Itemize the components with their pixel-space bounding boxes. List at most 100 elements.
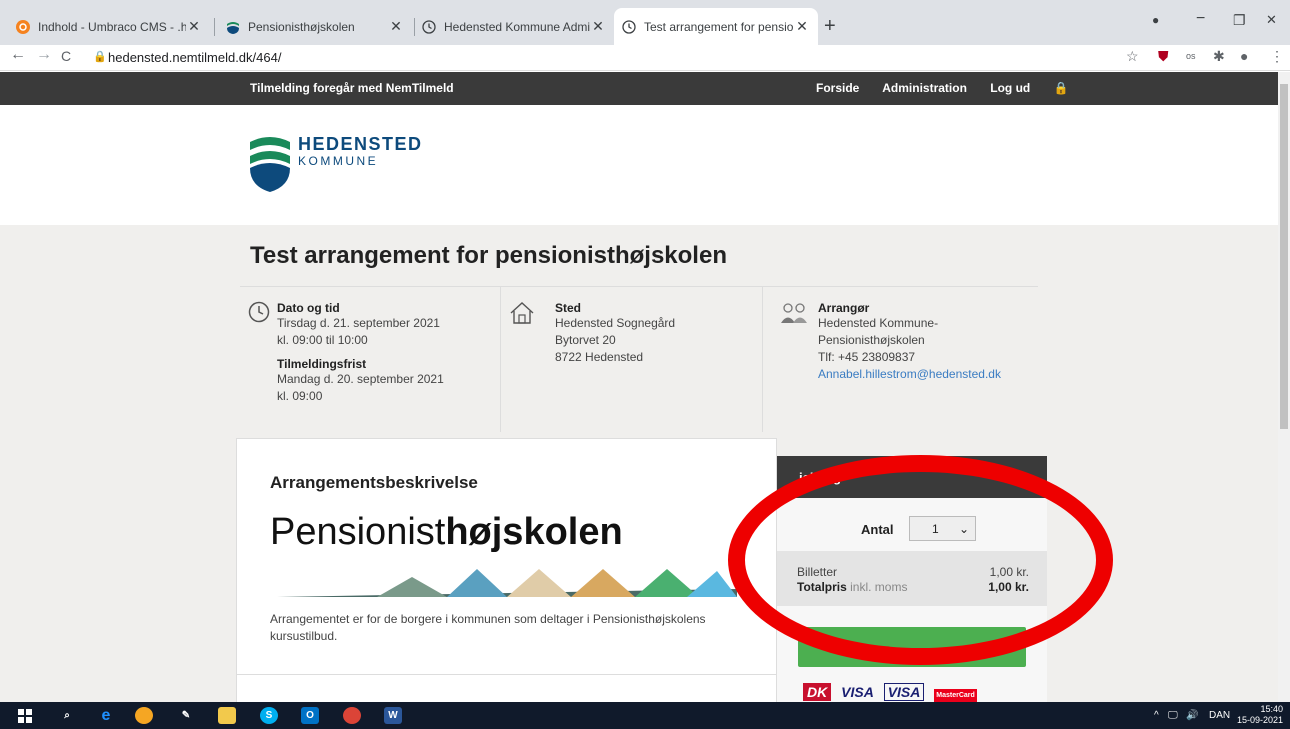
colored-triangles-graphic xyxy=(277,569,737,597)
menu-icon[interactable]: ⋮ xyxy=(1270,48,1284,65)
organizer-line1: Hedensted Kommune- xyxy=(818,316,939,330)
datetime-column: Dato og tid Tirsdag d. 21. september 202… xyxy=(240,287,500,432)
system-clock[interactable]: 15:40 15-09-2021 xyxy=(1237,704,1283,726)
network-icon[interactable]: 🖵 xyxy=(1168,710,1178,721)
logo-bold-text: højskolen xyxy=(445,511,623,553)
datetime-heading: Dato og tid xyxy=(277,301,340,315)
hedensted-crest-icon xyxy=(250,137,290,192)
chevron-up-icon[interactable]: ^ xyxy=(1154,710,1159,721)
nav-links: Forside Administration Log ud 🔒 xyxy=(816,81,1109,95)
red-circle-annotation xyxy=(728,455,1113,665)
search-icon[interactable]: ⌕ xyxy=(58,707,76,724)
nemtilmeld-notice: Tilmelding foregår med NemTilmeld xyxy=(250,81,454,95)
word-icon[interactable]: W xyxy=(384,707,402,724)
puzzle-icon[interactable]: ✱ xyxy=(1213,48,1225,65)
house-icon xyxy=(510,302,534,324)
logo-title: HEDENSTED xyxy=(298,134,423,154)
close-icon[interactable]: ✕ xyxy=(388,18,404,35)
nav-log-ud[interactable]: Log ud 🔒 xyxy=(990,81,1088,95)
tab-title: Indhold - Umbraco CMS - .heden xyxy=(38,19,186,34)
nav-administration[interactable]: Administration xyxy=(882,81,967,95)
deadline-line2: kl. 09:00 xyxy=(277,389,323,403)
tab-pensionisthojskolen[interactable]: Pensionisthøjskolen ✕ xyxy=(218,8,412,45)
logo-subtitle: KOMMUNE xyxy=(298,154,379,168)
datetime-line1: Tirsdag d. 21. september 2021 xyxy=(277,316,440,330)
deadline-line1: Mandag d. 20. september 2021 xyxy=(277,372,444,386)
logo-regular-text: Pensionist xyxy=(270,511,446,553)
payment-cards: DK VISA VISA MasterCard xyxy=(803,683,977,702)
language-indicator[interactable]: DAN xyxy=(1209,710,1230,721)
nav-forside[interactable]: Forside xyxy=(816,81,859,95)
place-column: Sted Hedensted Sognegård Bytorvet 20 872… xyxy=(500,287,762,432)
tab-title: Hedensted Kommune Administra xyxy=(444,19,590,34)
place-line3: 8722 Hedensted xyxy=(555,350,644,364)
visa-electron-icon: VISA xyxy=(883,683,925,701)
outlook-icon[interactable]: O xyxy=(301,707,319,724)
organizer-email-link[interactable]: Annabel.hillestrom@hedensted.dk xyxy=(818,367,1001,381)
windows-start-icon[interactable] xyxy=(16,707,34,724)
mastercard-icon: MasterCard xyxy=(934,689,977,702)
extension-icon[interactable]: os xyxy=(1186,51,1196,61)
back-icon[interactable]: ← xyxy=(10,46,26,64)
tab-test-arrangement[interactable]: Test arrangement for pensionisth ✕ xyxy=(614,8,818,45)
deadline-heading: Tilmeldingsfrist xyxy=(277,357,367,371)
description-text: Arrangementet er for de borgere i kommun… xyxy=(270,612,706,643)
hedensted-icon xyxy=(226,20,240,34)
url-field[interactable]: hedensted.nemtilmeld.dk/464/ xyxy=(108,50,281,65)
page-scrollbar[interactable] xyxy=(1278,72,1290,702)
clock-time: 15:40 xyxy=(1260,704,1284,714)
event-title: Test arrangement for pensionisthøjskolen xyxy=(250,242,727,269)
description-card: Arrangementsbeskrivelse Pensionisthøjsko… xyxy=(236,438,778,702)
internet-explorer-icon[interactable]: e xyxy=(97,707,115,724)
pensionisthojskolen-logo: Pensionisthøjskolen xyxy=(270,511,623,554)
umbraco-icon xyxy=(16,19,30,34)
tab-hedensted-admin[interactable]: Hedensted Kommune Administra ✕ xyxy=(414,8,614,45)
address-bar: ← → C 🔒 hedensted.nemtilmeld.dk/464/ ☆ ⛊… xyxy=(0,45,1290,71)
log-ud-label: Log ud xyxy=(990,81,1031,95)
clock-icon xyxy=(248,301,270,323)
hedensted-logo[interactable]: HEDENSTED KOMMUNE xyxy=(248,130,463,200)
tab-umbraco[interactable]: Indhold - Umbraco CMS - .heden ✕ xyxy=(8,8,210,45)
profile-icon[interactable]: ● xyxy=(1240,48,1248,64)
profile-dot-icon[interactable]: ● xyxy=(1152,13,1159,27)
close-window-button[interactable]: ✕ xyxy=(1266,12,1277,28)
browser-tabbar: Indhold - Umbraco CMS - .heden ✕ Pension… xyxy=(0,0,1290,45)
place-heading: Sted xyxy=(555,301,582,315)
paint-icon[interactable]: ✎ xyxy=(177,707,195,724)
event-info: Dato og tid Tirsdag d. 21. september 202… xyxy=(240,286,1038,432)
logo-header: HEDENSTED KOMMUNE xyxy=(0,105,1278,225)
chrome-icon[interactable] xyxy=(343,707,361,724)
file-explorer-icon[interactable] xyxy=(218,707,236,724)
description-heading: Arrangementsbeskrivelse xyxy=(270,473,478,492)
organizer-line2: Pensionisthøjskolen xyxy=(818,333,925,347)
visa-icon: VISA xyxy=(841,684,874,700)
new-tab-button[interactable]: + xyxy=(824,15,836,38)
tab-title: Pensionisthøjskolen xyxy=(248,19,355,34)
organizer-phone: Tlf: +45 23809837 xyxy=(818,350,916,364)
reload-icon[interactable]: C xyxy=(61,48,71,64)
close-icon[interactable]: ✕ xyxy=(186,18,202,35)
clock-date: 15-09-2021 xyxy=(1237,715,1284,725)
close-icon[interactable]: ✕ xyxy=(590,18,606,35)
minimize-button[interactable]: − xyxy=(1196,10,1205,28)
lock-icon: 🔒 xyxy=(93,51,107,63)
star-icon[interactable]: ☆ xyxy=(1126,48,1139,65)
app-icon[interactable] xyxy=(135,707,153,724)
ublock-icon[interactable]: ⛊ xyxy=(1158,48,1169,65)
windows-taskbar: ⌕ e ✎ S O W ^ 🖵 🔊 DAN 15:40 15-09-2021 xyxy=(0,702,1290,729)
top-navigation: Tilmelding foregår med NemTilmeld Forsid… xyxy=(0,72,1278,105)
volume-icon[interactable]: 🔊 xyxy=(1186,710,1198,721)
organizer-column: Arrangør Hedensted Kommune- Pensionisthø… xyxy=(762,287,1038,432)
divider xyxy=(237,674,778,675)
lock-icon: 🔒 xyxy=(1053,81,1069,95)
maximize-button[interactable]: ❐ xyxy=(1233,12,1246,29)
tab-separator xyxy=(214,18,215,36)
people-icon xyxy=(781,303,807,323)
close-icon[interactable]: ✕ xyxy=(794,18,810,35)
place-line1: Hedensted Sognegård xyxy=(555,316,676,330)
forward-icon[interactable]: → xyxy=(36,46,52,64)
skype-icon[interactable]: S xyxy=(260,707,278,724)
organizer-heading: Arrangør xyxy=(818,301,870,315)
place-line2: Bytorvet 20 xyxy=(555,333,616,347)
scrollbar-thumb[interactable] xyxy=(1280,84,1288,429)
